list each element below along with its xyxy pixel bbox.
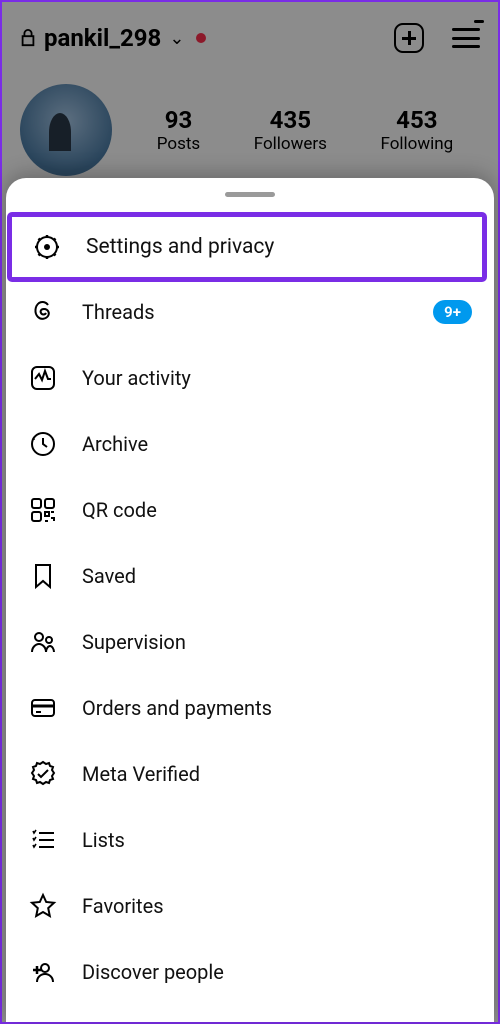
supervision-icon xyxy=(28,627,58,657)
menu-item-label: Supervision xyxy=(82,630,186,654)
menu-item-label: Meta Verified xyxy=(82,762,200,786)
bottom-sheet: Settings and privacy Threads 9+ Your activi… xyxy=(6,178,494,1022)
menu-item-verified[interactable]: Meta Verified xyxy=(6,741,494,807)
menu-item-label: Favorites xyxy=(82,894,164,918)
count-badge: 9+ xyxy=(433,300,472,324)
card-icon xyxy=(28,693,58,723)
menu-item-label: Discover people xyxy=(82,960,224,984)
settings-gear-icon xyxy=(32,232,62,262)
discover-people-icon xyxy=(28,957,58,987)
menu-item-favorites[interactable]: Favorites xyxy=(6,873,494,939)
menu-item-threads[interactable]: Threads 9+ xyxy=(6,279,494,345)
menu-item-label: Saved xyxy=(82,564,136,588)
menu-item-settings[interactable]: Settings and privacy xyxy=(10,215,484,279)
activity-icon xyxy=(28,363,58,393)
star-icon xyxy=(28,891,58,921)
archive-icon xyxy=(28,429,58,459)
sheet-menu: Settings and privacy Threads 9+ Your activi… xyxy=(6,215,494,1005)
menu-item-label: Threads xyxy=(82,300,155,324)
verified-badge-icon xyxy=(28,759,58,789)
sheet-grab-handle[interactable] xyxy=(225,192,275,197)
menu-item-lists[interactable]: Lists xyxy=(6,807,494,873)
menu-item-label: Orders and payments xyxy=(82,696,272,720)
menu-item-label: Archive xyxy=(82,432,148,456)
lists-icon xyxy=(28,825,58,855)
bookmark-icon xyxy=(28,561,58,591)
menu-item-orders[interactable]: Orders and payments xyxy=(6,675,494,741)
menu-item-archive[interactable]: Archive xyxy=(6,411,494,477)
menu-item-label: QR code xyxy=(82,498,157,522)
threads-icon xyxy=(28,297,58,327)
menu-item-label: Your activity xyxy=(82,366,191,390)
menu-item-label: Settings and privacy xyxy=(86,235,274,259)
menu-item-discover[interactable]: Discover people xyxy=(6,939,494,1005)
menu-item-label: Lists xyxy=(82,828,125,852)
menu-item-supervision[interactable]: Supervision xyxy=(6,609,494,675)
menu-item-saved[interactable]: Saved xyxy=(6,543,494,609)
menu-item-qrcode[interactable]: QR code xyxy=(6,477,494,543)
qr-code-icon xyxy=(28,495,58,525)
menu-item-activity[interactable]: Your activity xyxy=(6,345,494,411)
